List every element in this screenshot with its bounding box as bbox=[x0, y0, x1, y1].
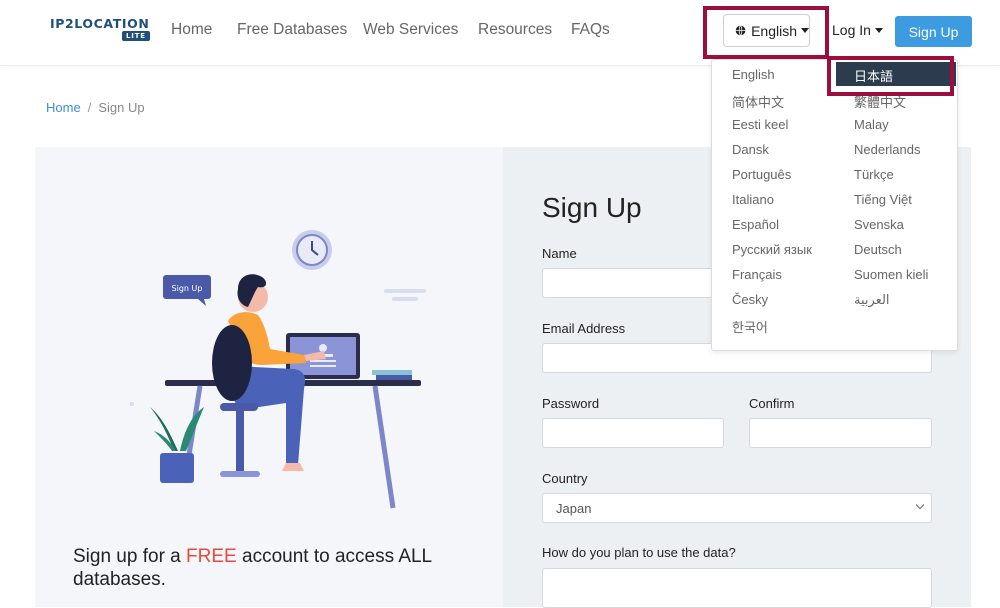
language-option-russian[interactable]: Русский язык bbox=[732, 242, 812, 257]
person-at-desk-illustration: Sign Up bbox=[130, 230, 426, 509]
language-option-portuguese[interactable]: Português bbox=[732, 167, 791, 182]
nav-web-services[interactable]: Web Services bbox=[363, 21, 458, 39]
language-option-korean[interactable]: 한국어 bbox=[732, 317, 768, 336]
login-label: Log In bbox=[832, 22, 871, 38]
signup-promo-text: Sign up for a FREE account to access ALL… bbox=[73, 545, 473, 591]
confirm-password-input[interactable] bbox=[749, 418, 932, 448]
country-select[interactable]: Japan bbox=[542, 493, 932, 523]
logo-lite-badge: LITE bbox=[122, 31, 150, 41]
language-option-german[interactable]: Deutsch bbox=[854, 242, 902, 257]
signup-button[interactable]: Sign Up bbox=[895, 16, 972, 47]
promo-all-emphasis: ALL bbox=[398, 546, 433, 567]
breadcrumb-current: Sign Up bbox=[98, 100, 145, 115]
nav-home[interactable]: Home bbox=[171, 21, 212, 39]
name-label: Name bbox=[542, 246, 577, 261]
usage-textarea[interactable] bbox=[542, 568, 932, 608]
language-option-vietnamese[interactable]: Tiếng Việt bbox=[854, 192, 912, 207]
language-option-czech[interactable]: Česky bbox=[732, 292, 768, 307]
chevron-down-icon bbox=[915, 500, 925, 510]
breadcrumb: Home / Sign Up bbox=[46, 100, 145, 115]
nav-faqs[interactable]: FAQs bbox=[571, 21, 610, 39]
confirm-label: Confirm bbox=[749, 396, 795, 411]
country-select-value: Japan bbox=[556, 501, 592, 516]
ip2location-logo[interactable]: IP2LOCATION LITE bbox=[50, 16, 150, 44]
highlight-box-japanese-option bbox=[827, 56, 954, 96]
language-option-swedish[interactable]: Svenska bbox=[854, 217, 904, 232]
language-option-dutch[interactable]: Nederlands bbox=[854, 142, 921, 157]
language-option-english[interactable]: English bbox=[732, 67, 775, 82]
country-label: Country bbox=[542, 471, 588, 486]
language-option-estonian[interactable]: Eesti keel bbox=[732, 117, 788, 132]
promo-text-part: Sign up for a bbox=[73, 546, 187, 567]
breadcrumb-separator: / bbox=[87, 100, 92, 115]
language-option-french[interactable]: Français bbox=[732, 267, 782, 282]
speech-bubble-text: Sign Up bbox=[172, 284, 203, 293]
highlight-box-language-button bbox=[703, 6, 829, 59]
password-label: Password bbox=[542, 396, 600, 411]
language-option-malay[interactable]: Malay bbox=[854, 117, 889, 132]
promo-free-highlight: FREE bbox=[186, 546, 237, 567]
caret-down-icon bbox=[874, 27, 883, 33]
language-option-italian[interactable]: Italiano bbox=[732, 192, 774, 207]
language-option-danish[interactable]: Dansk bbox=[732, 142, 769, 157]
language-option-spanish[interactable]: Español bbox=[732, 217, 779, 232]
form-title: Sign Up bbox=[542, 192, 642, 223]
language-option-finnish[interactable]: Suomen kieli bbox=[854, 267, 928, 282]
language-option-turkish[interactable]: Türkçe bbox=[854, 167, 894, 182]
signup-promo-panel: Sign Up Sign up for a FREE account to ac… bbox=[35, 147, 503, 607]
login-dropdown[interactable]: Log In bbox=[832, 22, 883, 38]
promo-text-part: account to access bbox=[236, 546, 399, 567]
usage-label: How do you plan to use the data? bbox=[542, 545, 736, 560]
language-option-simplified-chinese[interactable]: 简体中文 bbox=[732, 92, 784, 111]
email-label: Email Address bbox=[542, 321, 626, 336]
nav-free-databases[interactable]: Free Databases bbox=[237, 21, 347, 39]
promo-text-part: databases. bbox=[73, 569, 166, 590]
password-input[interactable] bbox=[542, 418, 724, 448]
nav-resources[interactable]: Resources bbox=[478, 21, 552, 39]
breadcrumb-home-link[interactable]: Home bbox=[46, 100, 81, 115]
logo-wordmark: IP2LOCATION bbox=[50, 16, 150, 31]
language-option-arabic[interactable]: العربية bbox=[854, 292, 890, 308]
